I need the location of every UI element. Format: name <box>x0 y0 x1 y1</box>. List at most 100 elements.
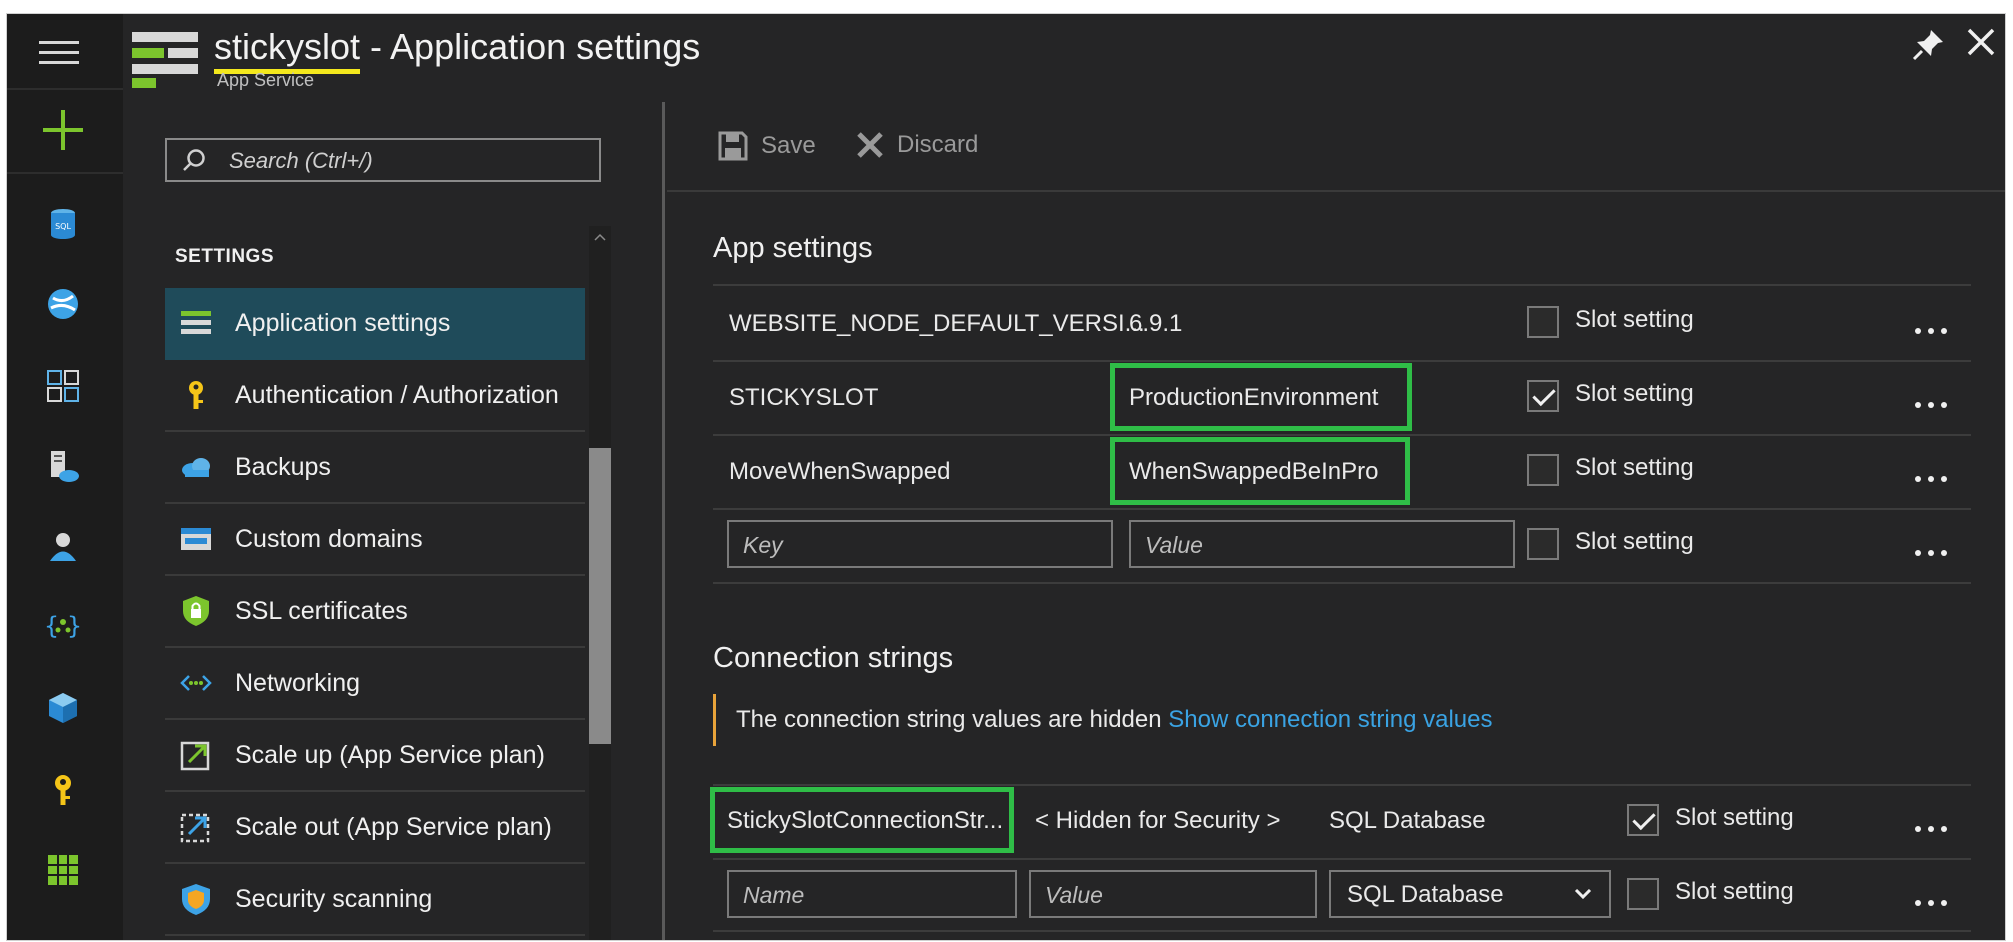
scale-out-icon <box>180 813 210 843</box>
scroll-up-icon[interactable] <box>594 232 606 242</box>
row-divider <box>713 284 1971 286</box>
menu-item-label: Security scanning <box>235 884 433 913</box>
setting-key: WEBSITE_NODE_DEFAULT_VERSI... <box>729 310 1145 337</box>
menu-item-label: SSL certificates <box>235 596 408 625</box>
more-options-icon[interactable] <box>1915 328 1951 336</box>
notice-text: The connection string values are hidden <box>736 706 1169 733</box>
settings-menu-panel: SETTINGS Application settings Authentica… <box>123 102 665 940</box>
slot-setting-label: Slot setting <box>1575 454 1694 481</box>
slot-setting-checkbox[interactable] <box>1527 454 1559 486</box>
menu-item-security-scanning[interactable]: Security scanning <box>165 864 585 936</box>
row-divider <box>713 784 1971 786</box>
cloud-service-icon[interactable] <box>45 448 81 484</box>
more-options-icon[interactable] <box>1915 476 1951 484</box>
discard-x-icon <box>857 132 883 158</box>
setting-key: STICKYSLOT <box>729 384 879 411</box>
settings-list-icon <box>181 311 211 334</box>
slot-setting-checkbox[interactable] <box>1527 380 1559 412</box>
key-icon <box>189 381 203 409</box>
rail-divider <box>7 172 123 174</box>
slot-setting-checkbox[interactable] <box>1627 804 1659 836</box>
new-value-input[interactable] <box>1143 529 1505 561</box>
menu-item-label: Scale out (App Service plan) <box>235 812 552 841</box>
search-box[interactable] <box>165 138 601 182</box>
new-value-field[interactable] <box>1129 520 1515 568</box>
menu-item-custom-domains[interactable]: Custom domains <box>165 504 585 576</box>
close-icon[interactable] <box>1963 24 1999 60</box>
menu-item-application-settings[interactable]: Application settings <box>165 288 585 360</box>
new-key-input[interactable] <box>741 529 1103 561</box>
row-divider <box>713 360 1971 362</box>
connection-strings-heading: Connection strings <box>713 642 954 674</box>
connection-type: SQL Database <box>1329 807 1486 834</box>
slot-setting-label: Slot setting <box>1675 878 1794 905</box>
menu-item-scale-out[interactable]: Scale out (App Service plan) <box>165 792 585 864</box>
cloud-backup-icon <box>182 458 210 477</box>
rail-divider <box>7 88 123 90</box>
discard-button[interactable]: Discard <box>855 130 978 160</box>
new-connection-value-field[interactable] <box>1029 870 1317 918</box>
menu-item-label: Scale up (App Service plan) <box>235 740 545 769</box>
all-services-grid-icon[interactable] <box>45 852 81 888</box>
slot-setting-checkbox[interactable] <box>1627 878 1659 910</box>
cube-icon[interactable] <box>45 690 81 726</box>
settings-section-label: SETTINGS <box>175 246 275 267</box>
menu-item-authentication[interactable]: Authentication / Authorization <box>165 360 585 432</box>
hamburger-menu-icon[interactable] <box>39 34 79 74</box>
svg-text:SQL: SQL <box>55 222 71 231</box>
resource-name[interactable]: stickyslot <box>214 26 361 74</box>
row-divider <box>713 508 1971 510</box>
new-name-field[interactable] <box>727 870 1017 918</box>
key-vault-icon[interactable] <box>45 772 81 808</box>
page-title-suffix: - Application settings <box>360 26 701 67</box>
menu-item-networking[interactable]: Networking <box>165 648 585 720</box>
search-input[interactable] <box>227 146 591 176</box>
panel-divider <box>662 102 665 940</box>
resource-group-icon[interactable]: { } <box>45 608 81 644</box>
search-icon <box>183 149 205 171</box>
menu-item-backups[interactable]: Backups <box>165 432 585 504</box>
slot-setting-checkbox[interactable] <box>1527 528 1559 560</box>
more-options-icon[interactable] <box>1915 900 1951 908</box>
save-button[interactable]: Save <box>717 130 816 162</box>
connection-type-select[interactable]: SQL Database <box>1329 870 1611 918</box>
menu-scrollbar[interactable] <box>589 226 611 940</box>
sql-database-icon[interactable]: SQL <box>45 206 81 242</box>
new-key-field[interactable] <box>727 520 1113 568</box>
slot-setting-checkbox[interactable] <box>1527 306 1559 338</box>
setting-value: WhenSwappedBeInPro <box>1129 458 1379 485</box>
more-options-icon[interactable] <box>1915 550 1951 558</box>
save-icon <box>718 131 748 161</box>
discard-label: Discard <box>897 131 979 158</box>
save-label: Save <box>761 132 816 159</box>
www-icon <box>181 528 211 550</box>
setting-value: 6.9.1 <box>1129 310 1183 337</box>
new-connection-value-input[interactable] <box>1043 879 1307 911</box>
show-connection-string-values-link[interactable]: Show connection string values <box>1168 706 1492 733</box>
hidden-values-notice: The connection string values are hidden … <box>713 694 1492 746</box>
menu-item-label: Authentication / Authorization <box>235 380 559 409</box>
menu-item-ssl-certificates[interactable]: SSL certificates <box>165 576 585 648</box>
create-resource-plus-icon[interactable] <box>43 110 83 150</box>
slot-setting-label: Slot setting <box>1575 528 1694 555</box>
more-options-icon[interactable] <box>1915 826 1951 834</box>
setting-value: ProductionEnvironment <box>1129 384 1379 411</box>
slot-setting-label: Slot setting <box>1575 380 1694 407</box>
menu-item-scale-up[interactable]: Scale up (App Service plan) <box>165 720 585 792</box>
scrollbar-thumb[interactable] <box>589 448 611 744</box>
more-options-icon[interactable] <box>1915 402 1951 410</box>
app-settings-heading: App settings <box>713 232 873 264</box>
new-name-input[interactable] <box>741 879 1007 911</box>
slot-setting-label: Slot setting <box>1675 804 1794 831</box>
virtual-machines-icon[interactable] <box>45 368 81 404</box>
svg-text:{ }: { } <box>45 612 81 640</box>
slot-setting-label: Slot setting <box>1575 306 1694 333</box>
connection-type-selected: SQL Database <box>1347 881 1504 908</box>
chevron-down-icon <box>1574 888 1592 900</box>
command-toolbar: Save Discard <box>667 102 2005 192</box>
user-icon[interactable] <box>45 528 81 564</box>
scale-up-icon <box>180 741 210 771</box>
globe-icon[interactable] <box>45 286 81 322</box>
pin-icon[interactable] <box>1911 26 1947 62</box>
networking-icon <box>180 675 212 691</box>
